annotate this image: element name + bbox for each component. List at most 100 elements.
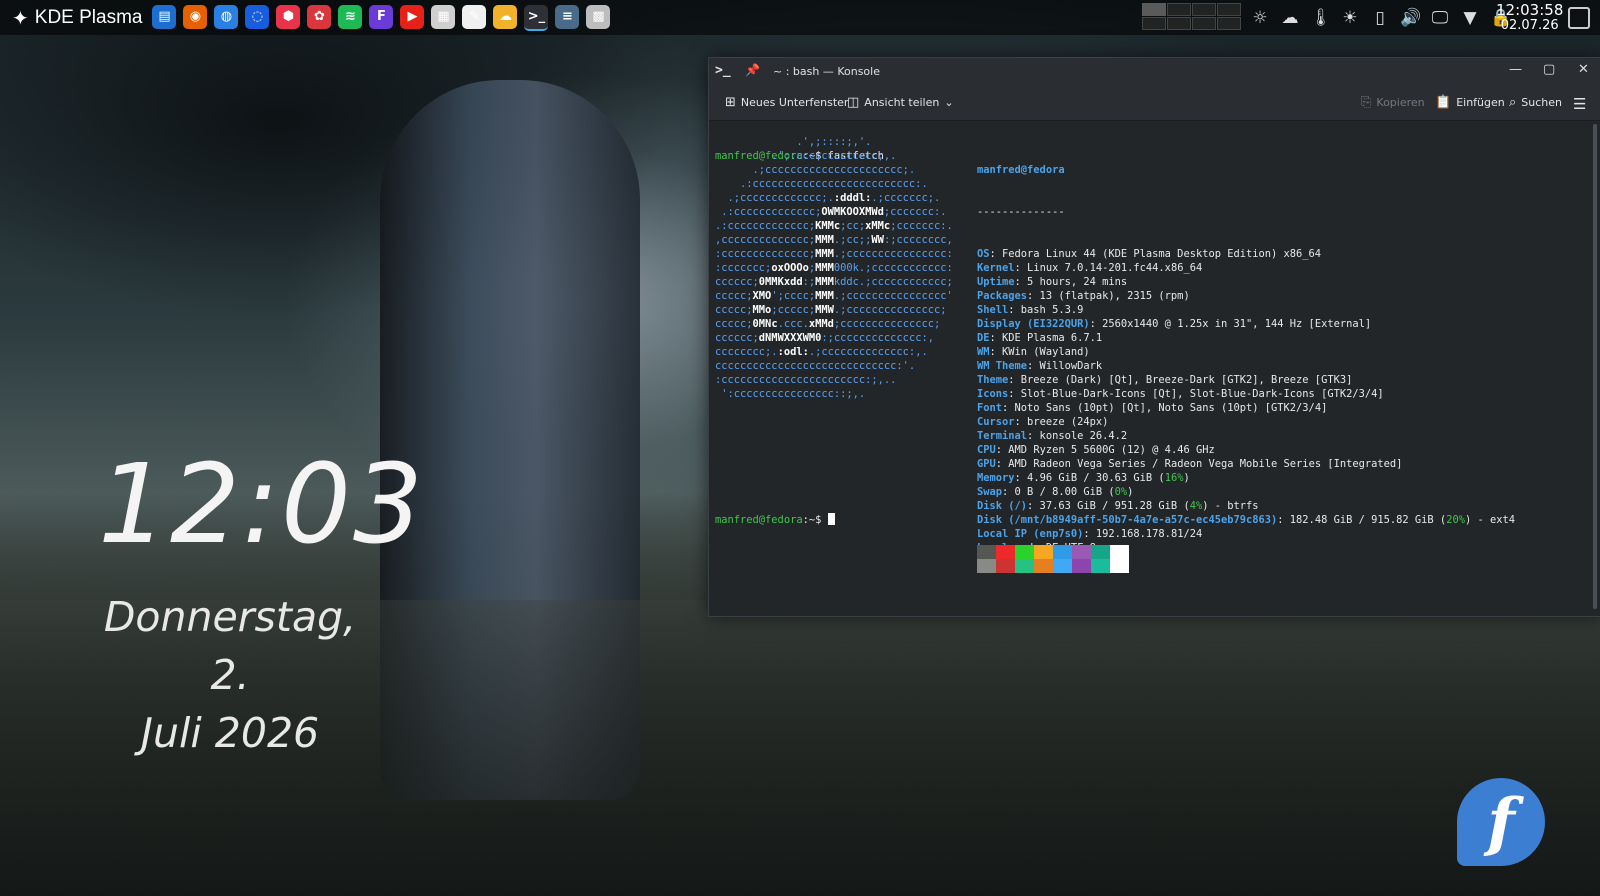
palette-swatch: [996, 559, 1015, 573]
info-row: Memory: 4.96 GiB / 30.63 GiB (16%): [977, 471, 1515, 485]
ascii-logo-line: .';:cccccccccccc:;,.: [715, 150, 897, 162]
display-icon[interactable]: 🖵: [1430, 8, 1450, 28]
window-title: ~ : bash — Konsole: [773, 65, 880, 78]
ascii-logo-line: cccccc;dNMWXXXWM0:;cccccccccccccc:,: [715, 332, 934, 344]
document-icon[interactable]: ✎: [462, 4, 487, 29]
volume-icon[interactable]: 🔊: [1400, 8, 1421, 28]
dolphin-icon[interactable]: ▤: [152, 4, 177, 29]
pager-desktop[interactable]: [1217, 3, 1241, 16]
panel-clock[interactable]: 12:03:58 02.07.26: [1496, 2, 1563, 34]
konsole-app-icon[interactable]: >_: [715, 63, 731, 78]
palette-swatch: [996, 545, 1015, 559]
new-tab-icon: ⊞: [725, 95, 736, 110]
text-cursor: [827, 513, 835, 525]
header-user: manfred@fedora: [977, 164, 1065, 176]
color-palette: [977, 545, 1129, 573]
package-icon[interactable]: ⬢: [276, 4, 301, 29]
ascii-logo-line: ccccc;0MNc.ccc.xMMd;ccccccccccccccc;: [715, 318, 941, 330]
pager-desktop[interactable]: [1217, 17, 1241, 30]
pin-icon[interactable]: 📌: [745, 63, 760, 77]
konsole-window: >_ 📌 ~ : bash — Konsole — ▢ ✕ ⊞ Neues Un…: [708, 57, 1600, 617]
palette-swatch: [1091, 545, 1110, 559]
info-tail: ): [1127, 486, 1134, 498]
spotify-icon[interactable]: ≋: [338, 4, 363, 29]
pager-desktop[interactable]: [1167, 3, 1191, 16]
ascii-logo-line: :cccccccccccccc;MMM.;cccccccccccccccc:: [715, 248, 953, 260]
network-icon[interactable]: ▼: [1460, 8, 1480, 28]
maximize-button[interactable]: ▢: [1543, 62, 1555, 77]
info-row: Swap: 0 B / 8.00 GiB (0%): [977, 485, 1515, 499]
pager-desktop[interactable]: [1192, 17, 1216, 30]
konsole-icon[interactable]: >_: [524, 4, 549, 31]
info-value: : Linux 7.0.14-201.fc44.x86_64: [1014, 262, 1203, 274]
info-value: : Breeze (Dark) [Qt], Breeze-Dark [GTK2]…: [1008, 374, 1353, 386]
thunderbird-icon[interactable]: ◍: [214, 4, 239, 29]
system-tray: ☼ ☁ 🌡 ☀ ▯ 🔊 🖵 ▼ 🔒: [1250, 0, 1511, 35]
copy-button[interactable]: ⎘ Kopieren: [1361, 95, 1425, 110]
paste-button[interactable]: 📋 Einfügen: [1435, 95, 1505, 110]
terminal-output[interactable]: manfred@fedora:~$ fastfetch .',;::::;,'.…: [715, 121, 1585, 609]
hamburger-menu-icon[interactable]: ☰: [1573, 95, 1586, 113]
weather-app-icon[interactable]: ☁: [493, 4, 518, 29]
info-key: Icons: [977, 388, 1009, 400]
scrollbar[interactable]: [1593, 124, 1597, 609]
show-desktop-button[interactable]: [1568, 7, 1590, 29]
fp-app-icon[interactable]: F: [369, 4, 394, 29]
pager-desktop[interactable]: [1142, 17, 1166, 30]
ascii-logo-line: cccccc;0MMKxdd:;MMMkddc.;cccccccccccc;: [715, 276, 953, 288]
palette-swatch: [1034, 559, 1053, 573]
battery-icon[interactable]: ▯: [1370, 8, 1390, 28]
system-monitor-icon[interactable]: ≡: [555, 4, 580, 29]
close-button[interactable]: ✕: [1578, 62, 1589, 77]
info-key: GPU: [977, 458, 996, 470]
info-key: Memory: [977, 472, 1015, 484]
ascii-logo-line: :ccccccccccccccccccccccc:;,..: [715, 374, 897, 386]
search-label: Suchen: [1521, 96, 1562, 109]
info-value: : konsole 26.4.2: [1027, 430, 1128, 442]
ascii-logo-line: .;cccccccccccccccccccccc;.: [715, 164, 916, 176]
info-key: OS: [977, 248, 990, 260]
palette-swatch: [1015, 559, 1034, 573]
calculator-icon[interactable]: ▩: [586, 4, 611, 29]
new-tab-button[interactable]: ⊞ Neues Unterfenster: [725, 95, 848, 110]
ascii-logo-line: .:cccccccccccccccccccccccccc:.: [715, 178, 928, 190]
info-row: OS: Fedora Linux 44 (KDE Plasma Desktop …: [977, 247, 1515, 261]
window-titlebar[interactable]: >_ 📌 ~ : bash — Konsole — ▢ ✕: [709, 58, 1600, 86]
info-value: : breeze (24px): [1014, 416, 1109, 428]
pager-desktop[interactable]: [1142, 3, 1166, 16]
bitwarden-icon[interactable]: ◌: [245, 4, 270, 29]
virtual-desktop-pager[interactable]: [1142, 3, 1241, 30]
ascii-logo-line: ':cccccccccccccccc::;,.: [715, 388, 866, 400]
brightness-icon[interactable]: ☀: [1340, 8, 1360, 28]
pager-desktop[interactable]: [1192, 3, 1216, 16]
desktop-clock-time: 12:03: [98, 440, 426, 568]
weather-icon[interactable]: ☼: [1250, 8, 1270, 28]
application-launcher[interactable]: ✦ KDE Plasma: [0, 0, 150, 35]
info-row: Icons: Slot-Blue-Dark-Icons [Qt], Slot-B…: [977, 387, 1515, 401]
info-key: Shell: [977, 304, 1009, 316]
ascii-logo-line: .',;::::;,'.: [715, 136, 872, 148]
info-row: Shell: bash 5.3.9: [977, 303, 1515, 317]
split-view-button[interactable]: ◫ Ansicht teilen ⌄: [847, 95, 954, 110]
minimize-button[interactable]: —: [1509, 62, 1522, 77]
info-row: CPU: AMD Ryzen 5 5600G (12) @ 4.46 GHz: [977, 443, 1515, 457]
info-row: Cursor: breeze (24px): [977, 415, 1515, 429]
palette-swatch: [1110, 559, 1129, 573]
palette-swatch: [1053, 559, 1072, 573]
fedora-logo-icon: f: [1457, 778, 1545, 866]
info-row: Local IP (enp7s0): 192.168.178.81/24: [977, 527, 1515, 541]
pager-desktop[interactable]: [1167, 17, 1191, 30]
search-icon: ⌕: [1509, 95, 1517, 110]
cloud-sync-icon[interactable]: ☁: [1280, 8, 1300, 28]
active-prompt-line: manfred@fedora:~$: [715, 513, 835, 527]
info-percent: 0%: [1114, 486, 1128, 498]
youtube-icon[interactable]: ▶: [400, 4, 425, 29]
search-button[interactable]: ⌕ Suchen: [1509, 95, 1562, 110]
settings-app-icon[interactable]: ✿: [307, 4, 332, 29]
calendar-icon[interactable]: ▦: [431, 4, 456, 29]
temperature-icon[interactable]: 🌡: [1310, 8, 1332, 28]
fedora-ascii-logo: .',;::::;,'. .';:cccccccccccc:;,. .;cccc…: [715, 135, 953, 401]
info-key: Swap: [977, 486, 1003, 498]
firefox-icon[interactable]: ◉: [183, 4, 208, 29]
palette-swatch: [1015, 545, 1034, 559]
